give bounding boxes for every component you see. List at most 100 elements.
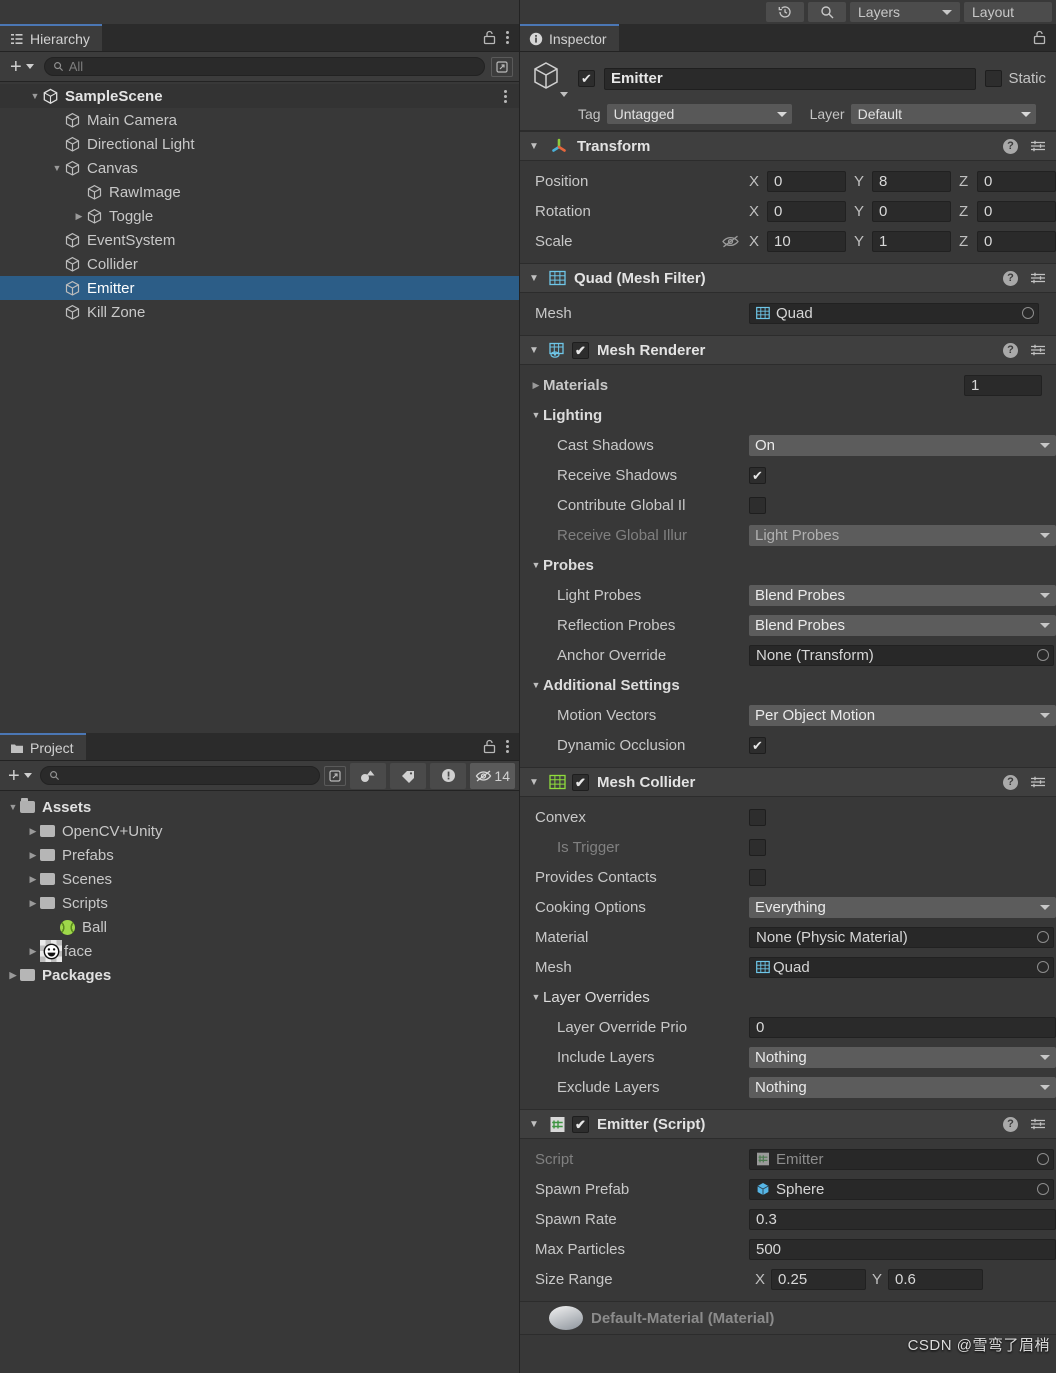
foldout-arrow-icon[interactable]: ▼ — [527, 273, 541, 284]
layer-override-priority-input[interactable]: 0 — [749, 1016, 1056, 1038]
warning-filter-icon[interactable] — [430, 762, 467, 789]
gameobject-name-input[interactable]: Emitter — [604, 67, 977, 90]
hierarchy-item-main-camera[interactable]: ▶ Main Camera — [0, 108, 519, 132]
collider-material-object-field[interactable]: None (Physic Material) — [749, 926, 1054, 948]
cast-shadows-dropdown[interactable]: On — [749, 434, 1056, 456]
static-checkbox[interactable]: ✔ — [985, 70, 1003, 87]
component-header-transform[interactable]: ▼ Transform ? — [519, 131, 1056, 161]
reflection-probes-dropdown[interactable]: Blend Probes — [749, 614, 1056, 636]
preset-settings-icon[interactable] — [1030, 139, 1046, 153]
hierarchy-item-emitter[interactable]: ▶ Emitter — [0, 276, 519, 300]
anchor-override-object-field[interactable]: None (Transform) — [749, 644, 1054, 666]
cooking-options-dropdown[interactable]: Everything — [749, 896, 1056, 918]
convex-checkbox[interactable]: ✔ — [749, 808, 766, 826]
layer-overrides-foldout[interactable]: ▼ Layer Overrides — [519, 982, 1056, 1012]
light-probes-dropdown[interactable]: Blend Probes — [749, 584, 1056, 606]
mesh-renderer-enabled-checkbox[interactable]: ✔ — [572, 341, 589, 359]
preset-settings-icon[interactable] — [1030, 775, 1046, 789]
additional-settings-foldout[interactable]: ▼ Additional Settings — [519, 670, 1056, 700]
tab-hierarchy[interactable]: Hierarchy — [0, 24, 102, 51]
foldout-arrow-icon[interactable]: ▼ — [527, 345, 541, 356]
help-icon[interactable]: ? — [1003, 1116, 1018, 1132]
layer-dropdown[interactable]: Default — [850, 104, 1036, 124]
foldout-arrow-icon[interactable]: ▼ — [50, 163, 64, 173]
scene-menu-icon[interactable] — [504, 89, 507, 103]
project-item-scenes[interactable]: ▶ Scenes — [0, 867, 519, 891]
project-item-packages[interactable]: ▶ Packages — [0, 963, 519, 987]
materials-count-input[interactable]: 1 — [964, 374, 1042, 396]
filter-by-type-icon[interactable] — [350, 762, 387, 789]
object-picker-icon[interactable] — [1037, 961, 1049, 973]
layers-dropdown[interactable]: Layers — [850, 2, 960, 22]
exclude-layers-dropdown[interactable]: Nothing — [749, 1076, 1056, 1098]
foldout-arrow-icon[interactable]: ▶ — [26, 850, 40, 861]
motion-vectors-dropdown[interactable]: Per Object Motion — [749, 704, 1056, 726]
project-expand-icon[interactable] — [324, 765, 347, 786]
filter-by-label-icon[interactable] — [390, 762, 427, 789]
hierarchy-item-canvas[interactable]: ▼ Canvas — [0, 156, 519, 180]
provides-contacts-checkbox[interactable]: ✔ — [749, 868, 766, 886]
object-picker-icon[interactable] — [1037, 931, 1049, 943]
project-item-face[interactable]: ▶ face — [0, 939, 519, 963]
help-icon[interactable]: ? — [1003, 138, 1018, 154]
emitter-script-enabled-checkbox[interactable]: ✔ — [572, 1115, 589, 1133]
project-item-opencv-unity[interactable]: ▶ OpenCV+Unity — [0, 819, 519, 843]
lock-icon[interactable] — [483, 30, 496, 45]
project-item-prefabs[interactable]: ▶ Prefabs — [0, 843, 519, 867]
gameobject-icon[interactable] — [529, 60, 569, 97]
hierarchy-item-toggle[interactable]: ▶ Toggle — [0, 204, 519, 228]
mesh-collider-enabled-checkbox[interactable]: ✔ — [572, 773, 589, 791]
project-add-button[interactable]: + — [4, 766, 36, 786]
hierarchy-search-input[interactable]: All — [43, 57, 485, 76]
tab-project[interactable]: Project — [0, 733, 86, 760]
foldout-arrow-icon[interactable]: ▼ — [527, 777, 541, 788]
foldout-arrow-icon[interactable]: ▼ — [6, 802, 20, 812]
size-range-y-input[interactable]: 0.6 — [888, 1268, 983, 1290]
foldout-arrow-icon[interactable]: ▶ — [6, 970, 20, 981]
object-picker-icon[interactable] — [1037, 649, 1049, 661]
foldout-arrow-icon[interactable]: ▶ — [26, 898, 40, 909]
foldout-arrow-icon[interactable]: ▼ — [527, 141, 541, 152]
component-header-default-material[interactable]: Default-Material (Material) — [519, 1301, 1056, 1335]
preset-settings-icon[interactable] — [1030, 271, 1046, 285]
spawn-rate-input[interactable]: 0.3 — [749, 1208, 1056, 1230]
rotation-y-input[interactable]: 0 — [872, 200, 951, 222]
component-header-mesh-renderer[interactable]: ▼ ✔ Mesh Renderer ? — [519, 335, 1056, 365]
history-icon[interactable] — [766, 2, 804, 22]
mesh-object-field[interactable]: Quad — [749, 302, 1039, 324]
help-icon[interactable]: ? — [1003, 774, 1018, 790]
object-picker-icon[interactable] — [1037, 1183, 1049, 1195]
include-layers-dropdown[interactable]: Nothing — [749, 1046, 1056, 1068]
project-item-scripts[interactable]: ▶ Scripts — [0, 891, 519, 915]
size-range-x-input[interactable]: 0.25 — [771, 1268, 866, 1290]
spawn-prefab-object-field[interactable]: Sphere — [749, 1178, 1054, 1200]
component-header-emitter-script[interactable]: ▼ ✔ Emitter (Script) ? — [519, 1109, 1056, 1139]
component-header-mesh-filter[interactable]: ▼ Quad (Mesh Filter) ? — [519, 263, 1056, 293]
hierarchy-item-directional-light[interactable]: ▶ Directional Light — [0, 132, 519, 156]
help-icon[interactable]: ? — [1003, 342, 1018, 358]
gameobject-enabled-checkbox[interactable]: ✔ — [578, 70, 595, 87]
constrain-proportions-off-icon[interactable] — [711, 234, 749, 249]
tag-dropdown[interactable]: Untagged — [606, 104, 792, 124]
foldout-arrow-icon[interactable]: ▶ — [26, 874, 40, 885]
help-icon[interactable]: ? — [1003, 270, 1018, 286]
foldout-arrow-icon[interactable]: ▶ — [26, 826, 40, 837]
project-item-ball[interactable]: ▶ Ball — [0, 915, 519, 939]
receive-shadows-checkbox[interactable]: ✔ — [749, 466, 766, 484]
scale-z-input[interactable]: 0 — [977, 230, 1056, 252]
lighting-foldout[interactable]: ▼ Lighting — [519, 400, 1056, 430]
lock-icon[interactable] — [1033, 30, 1046, 45]
lock-icon[interactable] — [483, 739, 496, 754]
project-menu-icon[interactable] — [506, 740, 509, 753]
panel-divider[interactable] — [519, 0, 520, 1373]
foldout-arrow-icon[interactable]: ▼ — [527, 1119, 541, 1130]
hierarchy-item-eventsystem[interactable]: ▶ EventSystem — [0, 228, 519, 252]
dynamic-occlusion-checkbox[interactable]: ✔ — [749, 736, 766, 754]
scale-x-input[interactable]: 10 — [767, 230, 846, 252]
project-search-input[interactable] — [39, 766, 321, 785]
layout-dropdown[interactable]: Layout — [964, 2, 1052, 22]
collider-mesh-object-field[interactable]: Quad — [749, 956, 1054, 978]
hierarchy-item-kill-zone[interactable]: ▶ Kill Zone — [0, 300, 519, 324]
hierarchy-item-samplescene[interactable]: ▼ SampleScene — [0, 84, 519, 108]
max-particles-input[interactable]: 500 — [749, 1238, 1056, 1260]
